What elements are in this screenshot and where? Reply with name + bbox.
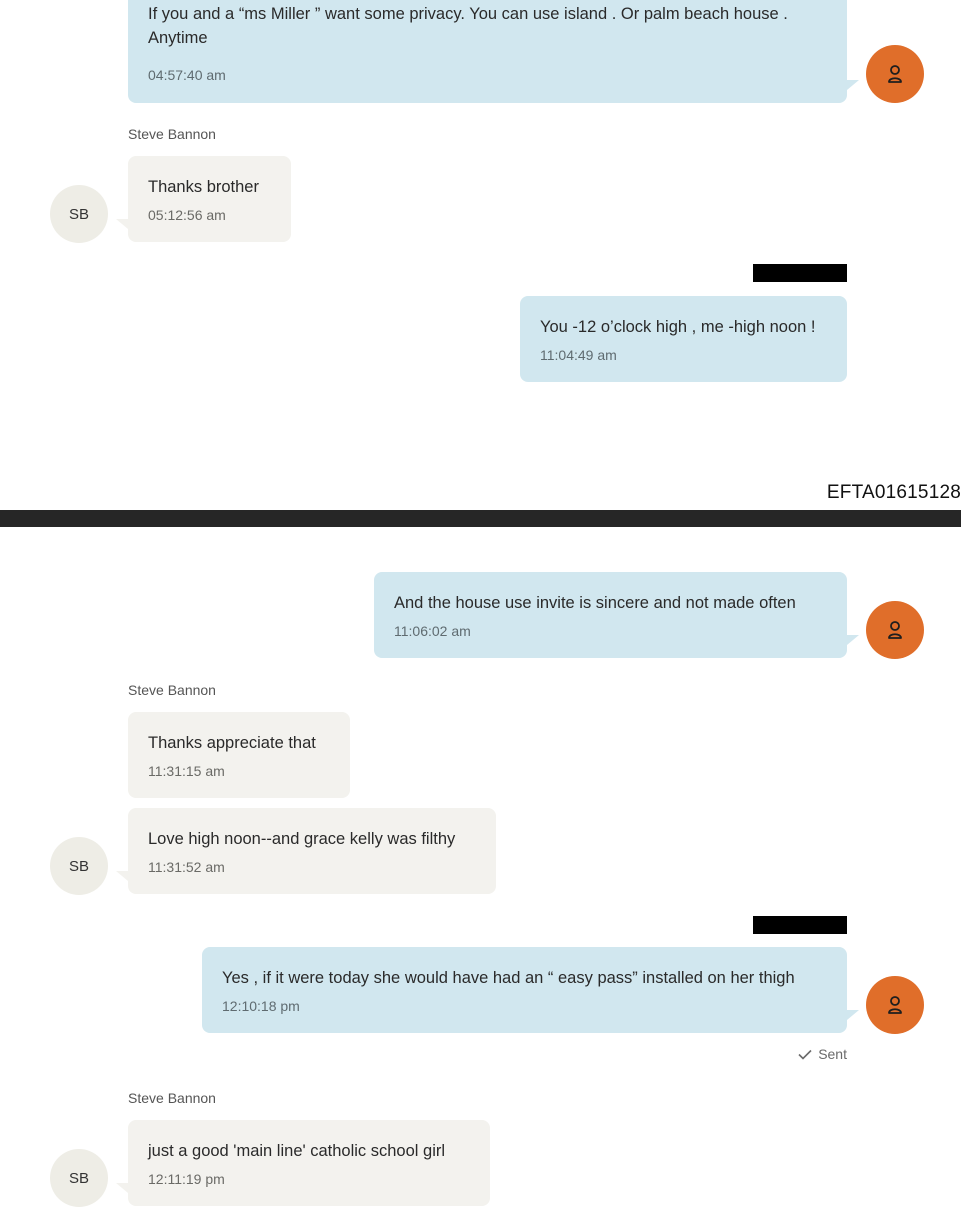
message-bubble-incoming[interactable]: Thanks appreciate that 11:31:15 am [128,712,350,798]
bubble-tail [116,1183,128,1193]
sender-name: Steve Bannon [128,1090,216,1106]
message-timestamp: 12:10:18 pm [222,998,300,1014]
conversation-page-2: And the house use invite is sincere and … [0,527,961,1207]
message-timestamp: 11:31:15 am [148,763,225,779]
redaction-bar [753,916,847,934]
message-text: Love high noon--and grace kelly was filt… [148,830,456,848]
delivery-status: Sent [798,1046,847,1062]
message-text: just a good 'main line' catholic school … [148,1142,446,1160]
message-text: Yes , if it were today she would have ha… [222,969,795,987]
message-bubble-outgoing[interactable]: And the house use invite is sincere and … [374,572,847,658]
bubble-tail [116,219,128,229]
my-avatar [866,45,924,103]
contact-avatar: SB [50,185,108,243]
message-text: Thanks appreciate that [148,734,316,752]
message-bubble-outgoing[interactable]: You -12 o’clock high , me -high noon ! 1… [520,296,847,382]
message-timestamp: 11:31:52 am [148,859,225,875]
message-text: And the house use invite is sincere and … [394,594,796,612]
message-text-line-2: Anytime [148,29,208,47]
message-text-line-1: If you and a “ms Miller ” want some priv… [148,5,788,23]
checkmark-icon [798,1049,812,1060]
message-bubble-outgoing[interactable]: Yes , if it were today she would have ha… [202,947,847,1033]
person-icon [888,65,902,83]
message-bubble-incoming[interactable]: Love high noon--and grace kelly was filt… [128,808,496,894]
message-text: You -12 o’clock high , me -high noon ! [540,318,816,336]
contact-avatar: SB [50,1149,108,1207]
conversation-page-1: If you and a “ms Miller ” want some priv… [0,0,961,510]
message-timestamp: 11:06:02 am [394,623,471,639]
message-timestamp: 04:57:40 am [148,67,226,83]
message-timestamp: 05:12:56 am [148,207,226,223]
page-separator [0,510,961,527]
sender-name: Steve Bannon [128,682,216,698]
contact-avatar: SB [50,837,108,895]
message-text: Thanks brother [148,178,259,196]
message-bubble-incoming[interactable]: Thanks brother 05:12:56 am [128,156,291,242]
message-bubble-outgoing[interactable]: If you and a “ms Miller ” want some priv… [128,0,847,103]
redaction-bar [753,264,847,282]
bubble-tail [116,871,128,881]
message-timestamp: 11:04:49 am [540,347,617,363]
sender-name: Steve Bannon [128,126,216,142]
message-timestamp: 12:11:19 pm [148,1171,225,1187]
person-icon [888,621,902,639]
bubble-tail [847,1010,859,1020]
message-bubble-incoming[interactable]: just a good 'main line' catholic school … [128,1120,490,1206]
bates-number: EFTA01615128 [826,482,961,503]
my-avatar [866,976,924,1034]
delivery-status-label: Sent [818,1046,847,1062]
my-avatar [866,601,924,659]
bubble-tail [847,80,859,90]
person-icon [888,996,902,1014]
bubble-tail [847,635,859,645]
